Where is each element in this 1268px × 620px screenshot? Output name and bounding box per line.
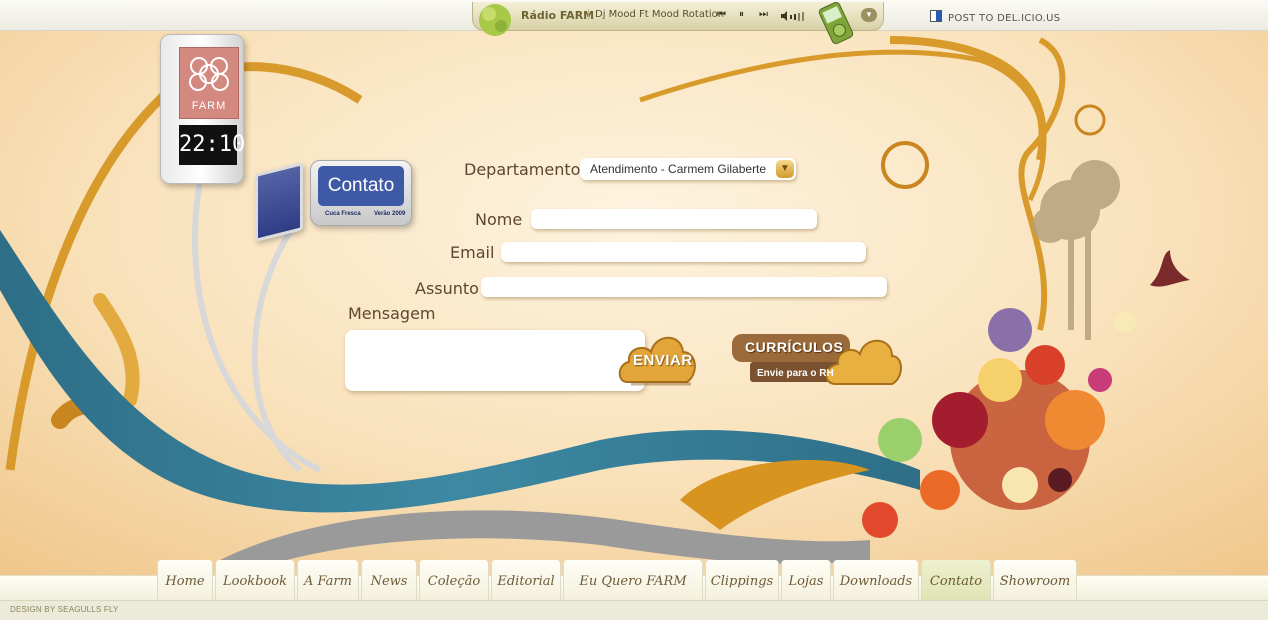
nav-editorial[interactable]: Editorial — [491, 560, 561, 600]
email-label: Email — [450, 243, 495, 262]
nav-eu-quero-farm[interactable]: Eu Quero FARM — [563, 560, 703, 600]
sign-title: Contato — [318, 166, 404, 206]
flower-logo-icon — [189, 57, 229, 91]
curriculos-button[interactable]: CURRÍCULOS Envie para o RH — [732, 330, 904, 388]
main-nav: Home Lookbook A Farm News Coleção Editor… — [157, 560, 1079, 600]
departamento-value: Atendimento - Carmem Gilaberte — [590, 162, 767, 176]
nome-label: Nome — [475, 210, 523, 229]
delicious-label: POST TO DEL.ICIO.US — [948, 13, 1061, 24]
nav-clippings[interactable]: Clippings — [705, 560, 779, 600]
radio-track: Dj Mood Ft Mood Rotation — [588, 9, 724, 20]
enviar-button[interactable]: ENVIAR — [617, 324, 699, 392]
mensagem-textarea[interactable] — [345, 330, 645, 391]
mensagem-label: Mensagem — [348, 304, 436, 323]
assunto-input[interactable] — [481, 277, 887, 297]
enviar-label: ENVIAR — [633, 352, 693, 369]
pause-button[interactable]: ⏸ — [739, 9, 744, 20]
departamento-label: Departamento — [464, 160, 581, 179]
chevron-down-icon[interactable]: ▼ — [776, 160, 794, 178]
volume-icon[interactable] — [781, 11, 807, 21]
delicious-icon — [930, 10, 942, 22]
sign-right-caption: Verão 2009 — [374, 211, 406, 217]
sign-left-caption: Cuca Fresca — [325, 211, 361, 217]
sign-side-panel — [255, 162, 303, 242]
contato-sign: Contato Cuca Fresca Verão 2009 — [310, 160, 412, 226]
nav-contato[interactable]: Contato — [921, 560, 991, 600]
footer: DESIGN BY SEAGULLS FLY — [0, 600, 1268, 620]
farm-logo: FARM — [179, 47, 239, 119]
nome-input[interactable] — [531, 209, 817, 229]
nav-downloads[interactable]: Downloads — [833, 560, 919, 600]
clock-display: 22:10 — [179, 125, 245, 165]
kiosk-brand: FARM — [191, 100, 227, 112]
prev-track-button[interactable]: ⏮ — [717, 9, 726, 20]
footer-credit: DESIGN BY SEAGULLS FLY — [10, 605, 119, 614]
leaf-logo-icon — [479, 4, 511, 36]
next-track-button[interactable]: ⏭ — [759, 9, 768, 20]
nav-lookbook[interactable]: Lookbook — [215, 560, 295, 600]
nav-news[interactable]: News — [361, 560, 417, 600]
nav-colecao[interactable]: Coleção — [419, 560, 489, 600]
nav-showroom[interactable]: Showroom — [993, 560, 1077, 600]
nav-home[interactable]: Home — [157, 560, 213, 600]
curriculos-subtitle: Envie para o RH — [757, 368, 834, 379]
post-to-delicious-link[interactable]: POST TO DEL.ICIO.US — [930, 10, 1060, 24]
radio-player: Rádio FARM Dj Mood Ft Mood Rotation ⏮ ⏸ … — [472, 1, 884, 45]
farm-kiosk: FARM 22:10 — [160, 34, 245, 184]
assunto-label: Assunto — [415, 279, 479, 298]
nav-lojas[interactable]: Lojas — [781, 560, 831, 600]
radio-dropdown-button[interactable]: ▼ — [861, 8, 877, 22]
email-input[interactable] — [501, 242, 866, 262]
departamento-select[interactable]: Atendimento - Carmem Gilaberte ▼ — [580, 158, 796, 180]
nav-a-farm[interactable]: A Farm — [297, 560, 359, 600]
ipod-icon[interactable] — [813, 0, 859, 46]
radio-title: Rádio FARM — [521, 9, 595, 22]
curriculos-title: CURRÍCULOS — [745, 339, 844, 355]
